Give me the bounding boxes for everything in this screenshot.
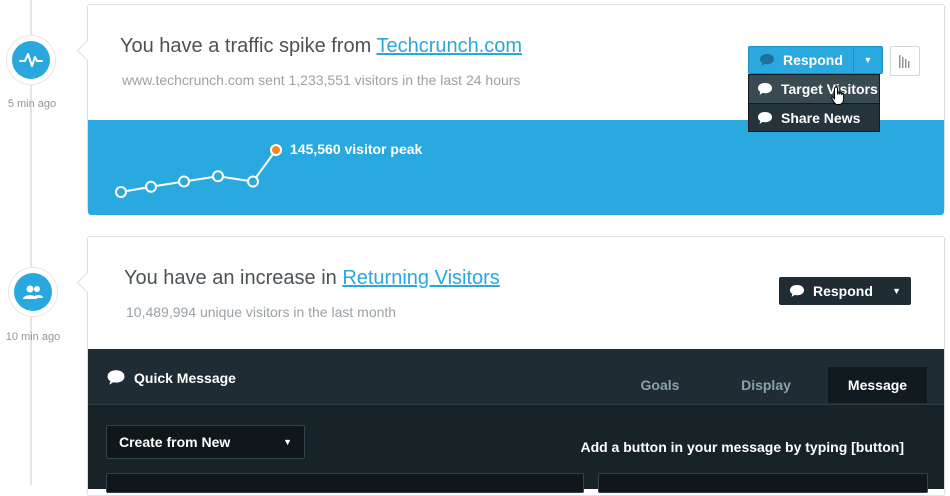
card-title: You have a traffic spike from Techcrunch… <box>120 35 523 57</box>
timeline-node-traffic <box>7 36 55 84</box>
returning-visitors-link[interactable]: Returning Visitors <box>342 267 499 289</box>
pulse-icon <box>19 53 43 67</box>
chevron-down-icon[interactable]: ▼ <box>892 286 901 296</box>
sparkline-peak-point <box>270 144 282 156</box>
menu-item-target-visitors[interactable]: Target Visitors <box>749 75 879 103</box>
quick-message-body: Create from New ▼ Add a button in your m… <box>88 404 944 493</box>
peak-label: 145,560 visitor peak <box>290 141 423 157</box>
chat-bubble-icon <box>790 285 804 297</box>
card-subtitle: 10,489,994 unique visitors in the last m… <box>126 304 397 320</box>
chat-bubble-icon <box>107 370 125 385</box>
menu-item-share-news[interactable]: Share News <box>749 103 879 131</box>
quick-message-title: Quick Message <box>106 369 236 386</box>
tab-goals[interactable]: Goals <box>612 367 708 403</box>
timeline-time: 5 min ago <box>7 98 57 110</box>
chevron-down-icon[interactable]: ▼ <box>854 47 882 73</box>
sparkline-point <box>212 170 224 183</box>
bar-chart-icon <box>899 55 910 68</box>
hand-cursor-icon <box>831 86 845 105</box>
message-field[interactable] <box>106 473 584 493</box>
respond-dropdown-menu: Target Visitors Share News <box>748 74 880 132</box>
stats-button[interactable] <box>890 46 920 76</box>
chat-bubble-icon <box>758 111 772 124</box>
techcrunch-link[interactable]: Techcrunch.com <box>376 35 522 57</box>
sparkline-point <box>178 175 190 188</box>
quick-message-panel: Quick Message Goals Display Message Crea… <box>88 349 944 493</box>
respond-button[interactable]: Respond ▼ <box>779 277 911 305</box>
chevron-down-icon: ▼ <box>283 437 292 447</box>
chat-bubble-icon <box>758 83 772 95</box>
sparkline-point <box>115 186 127 198</box>
card-title: You have an increase in Returning Visito… <box>124 267 500 289</box>
tab-message[interactable]: Message <box>828 367 927 403</box>
button-hint-text: Add a button in your message by typing [… <box>580 439 904 455</box>
card-subtitle: www.techcrunch.com sent 1,233,551 visito… <box>122 72 521 88</box>
traffic-chart: 145,560 visitor peak <box>88 120 944 215</box>
users-icon <box>23 285 43 299</box>
respond-main[interactable]: Respond <box>749 47 854 73</box>
sparkline-point <box>145 180 157 193</box>
tab-display[interactable]: Display <box>718 367 814 403</box>
timeline-node-returning <box>9 268 57 316</box>
chat-bubble-icon <box>760 54 774 66</box>
returning-visitors-card: You have an increase in Returning Visito… <box>87 236 945 496</box>
timeline-time: 10 min ago <box>5 331 61 343</box>
create-from-select[interactable]: Create from New ▼ <box>106 425 305 459</box>
sparkline-point <box>247 175 259 188</box>
button-field[interactable] <box>598 473 928 493</box>
respond-button[interactable]: Respond ▼ <box>748 46 883 74</box>
